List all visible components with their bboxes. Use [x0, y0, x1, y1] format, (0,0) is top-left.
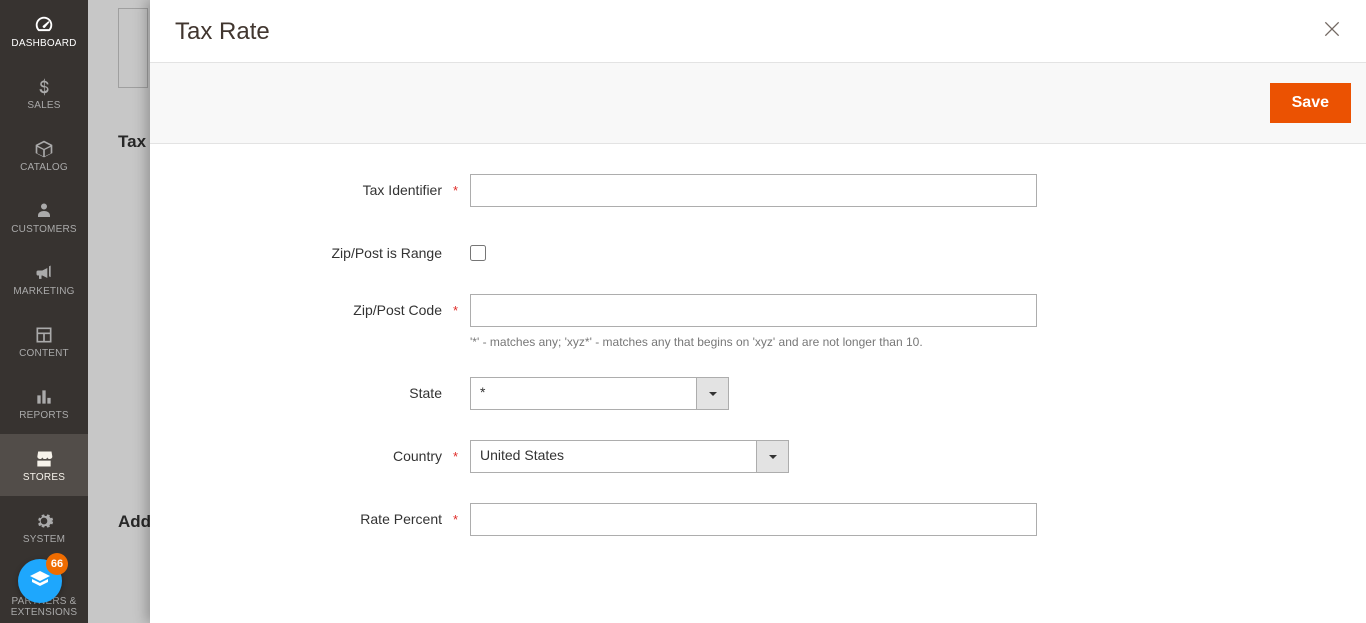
modal-title: Tax Rate: [175, 18, 1341, 46]
country-select-value: United States: [470, 440, 756, 473]
sidebar-item-label: CUSTOMERS: [7, 224, 81, 235]
field-state: State *: [175, 377, 1341, 410]
field-label: Rate Percent: [175, 503, 470, 527]
sidebar-item-label: REPORTS: [15, 410, 73, 421]
tax-rate-form: Tax Identifier Zip/Post is Range Zip/Pos…: [150, 144, 1366, 596]
sidebar-item-customers[interactable]: CUSTOMERS: [0, 186, 88, 248]
sidebar-item-dashboard[interactable]: DASHBOARD: [0, 0, 88, 62]
field-tax-identifier: Tax Identifier: [175, 174, 1341, 207]
close-icon: [1322, 19, 1342, 42]
person-icon: [35, 200, 53, 222]
store-icon: [34, 448, 54, 470]
sidebar-item-reports[interactable]: REPORTS: [0, 372, 88, 434]
dollar-icon: [35, 76, 53, 98]
modal-action-bar: Save: [150, 62, 1366, 144]
save-button[interactable]: Save: [1270, 83, 1351, 123]
sidebar-item-sales[interactable]: SALES: [0, 62, 88, 124]
field-label: Tax Identifier: [175, 174, 470, 198]
modal-header: Tax Rate: [150, 0, 1366, 62]
help-badge[interactable]: 66: [18, 559, 62, 603]
sidebar-item-label: CONTENT: [15, 348, 73, 359]
sidebar-item-label: DASHBOARD: [7, 38, 80, 49]
gauge-icon: [33, 14, 55, 36]
state-select[interactable]: *: [470, 377, 729, 410]
sidebar-item-content[interactable]: CONTENT: [0, 310, 88, 372]
field-label: Country: [175, 440, 470, 464]
close-button[interactable]: [1320, 18, 1344, 42]
field-rate-percent: Rate Percent: [175, 503, 1341, 536]
tax-identifier-input[interactable]: [470, 174, 1037, 207]
state-select-value: *: [470, 377, 696, 410]
bars-icon: [34, 386, 54, 408]
help-badge-count: 66: [46, 553, 68, 575]
sidebar-item-label: STORES: [19, 472, 69, 483]
sidebar-item-label: SALES: [23, 100, 64, 111]
rate-percent-input[interactable]: [470, 503, 1037, 536]
zip-is-range-checkbox[interactable]: [470, 245, 486, 261]
box-icon: [34, 138, 54, 160]
layout-icon: [34, 324, 54, 346]
sidebar-item-stores[interactable]: STORES: [0, 434, 88, 496]
field-country: Country United States: [175, 440, 1341, 473]
zip-code-note: '*' - matches any; 'xyz*' - matches any …: [470, 335, 1341, 349]
field-label: Zip/Post Code: [175, 294, 470, 318]
field-label: Zip/Post is Range: [175, 237, 470, 261]
gear-icon: [34, 510, 54, 532]
sidebar-item-label: SYSTEM: [19, 534, 69, 545]
tax-rate-modal: Tax Rate Save Tax Identifier Zip/Post is…: [150, 0, 1366, 623]
sidebar-item-catalog[interactable]: CATALOG: [0, 124, 88, 186]
country-select[interactable]: United States: [470, 440, 789, 473]
field-label: State: [175, 377, 470, 401]
sidebar-item-marketing[interactable]: MARKETING: [0, 248, 88, 310]
sidebar-item-system[interactable]: SYSTEM: [0, 496, 88, 558]
admin-sidebar: DASHBOARD SALES CATALOG CUSTOMERS MARKET…: [0, 0, 88, 623]
field-zip-is-range: Zip/Post is Range: [175, 237, 1341, 264]
megaphone-icon: [34, 262, 54, 284]
chevron-down-icon: [696, 377, 729, 410]
sidebar-item-label: CATALOG: [16, 162, 72, 173]
sidebar-item-label: MARKETING: [9, 286, 78, 297]
zip-code-input[interactable]: [470, 294, 1037, 327]
field-zip-code: Zip/Post Code: [175, 294, 1341, 327]
chevron-down-icon: [756, 440, 789, 473]
